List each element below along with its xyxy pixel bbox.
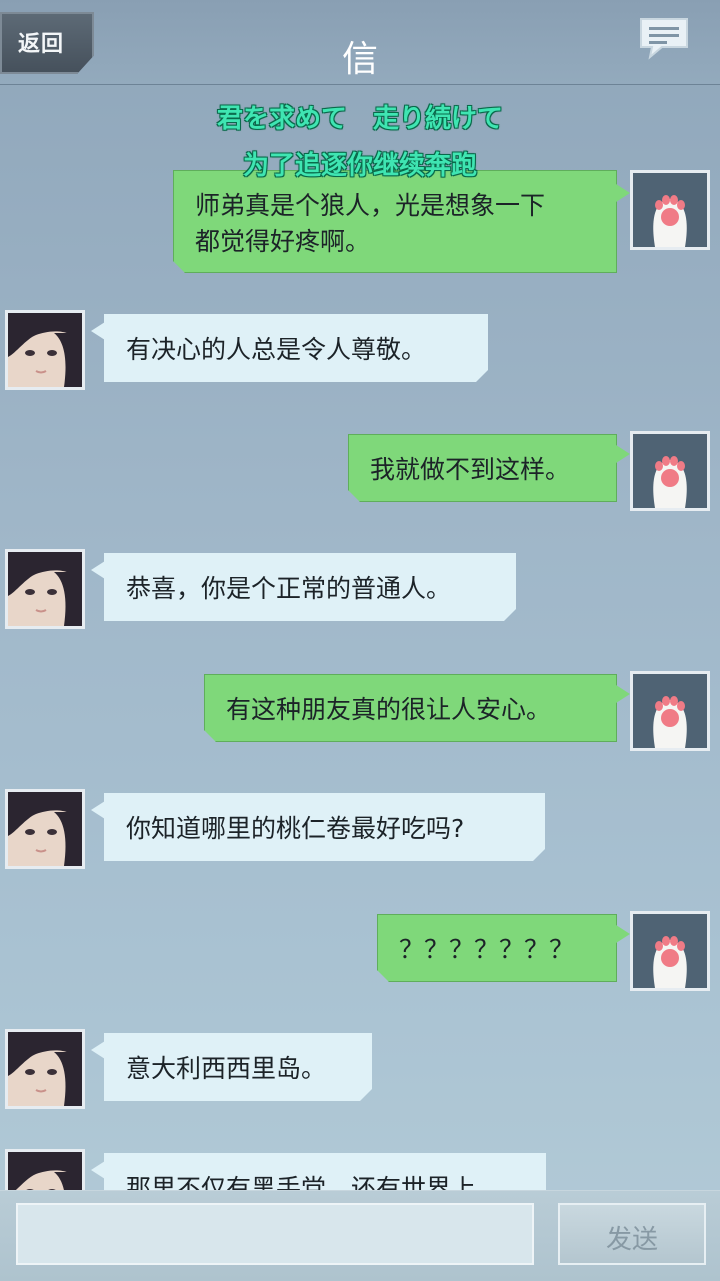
message-text: 我就做不到这样。 [370,455,571,484]
bubble-tail [616,925,630,943]
contact-avatar[interactable] [5,789,85,869]
page-title: 信 [341,39,378,80]
message-icon[interactable] [638,16,690,60]
contact-message-bubble: 意大利西西里岛。 [104,1033,372,1101]
my-avatar-paw-icon[interactable] [630,431,710,511]
contact-avatar[interactable] [5,549,85,629]
contact-message-bubble: 你知道哪里的桃仁卷最好吃吗? [104,793,545,861]
message-text: 恭喜，你是个正常的普通人。 [126,574,452,603]
message-text: 意大利西西里岛。 [126,1054,327,1083]
bubble-tail [91,801,105,819]
bubble-tail [616,184,630,202]
my-avatar-paw-icon[interactable] [630,170,710,250]
top-bar: 返回 信 [0,0,720,85]
my-message-bubble: 我就做不到这样。 [348,434,617,502]
composer-bar: 发送 [0,1190,720,1281]
message-text: 有决心的人总是令人尊敬。 [126,335,427,364]
my-message-bubble: 有这种朋友真的很让人安心。 [204,674,617,742]
bubble-tail [616,685,630,703]
message-text-line: 师弟真是个狼人，光是想象一下 [195,191,546,220]
contact-avatar[interactable] [5,1149,85,1190]
message-text: 你知道哪里的桃仁卷最好吃吗? [126,814,465,843]
bubble-tail [616,445,630,463]
my-message-bubble: 师弟真是个狼人，光是想象一下 都觉得好疼啊。 [173,170,617,273]
bubble-tail [91,1161,105,1179]
bubble-tail [91,561,105,579]
contact-avatar[interactable] [5,310,85,390]
message-text: ？？？？？？？ [399,935,575,964]
my-message-bubble: ？？？？？？？ [377,914,617,982]
bubble-tail [91,322,105,340]
contact-avatar[interactable] [5,1029,85,1109]
contact-message-bubble: 有决心的人总是令人尊敬。 [104,314,488,382]
message-text-line: 都觉得好疼啊。 [195,227,371,256]
my-avatar-paw-icon[interactable] [630,671,710,751]
message-input[interactable] [16,1203,534,1265]
contact-message-bubble: 恭喜，你是个正常的普通人。 [104,553,516,621]
my-avatar-paw-icon[interactable] [630,911,710,991]
send-button[interactable]: 发送 [558,1203,706,1265]
bubble-tail [91,1041,105,1059]
lyric-line-japanese: 君を求めて 走り続けて [216,104,503,134]
message-text: 那里不仅有黑手党，还有世界上 [126,1174,477,1190]
contact-message-bubble: 那里不仅有黑手党，还有世界上 [104,1153,546,1190]
message-text: 有这种朋友真的很让人安心。 [226,695,552,724]
chat-thread[interactable]: 师弟真是个狼人，光是想象一下 都觉得好疼啊。 有决心的人总是令人尊敬。 我就做不… [0,86,720,1190]
lyric-line-chinese: 为了追逐你继续奔跑 [242,151,477,181]
send-button-label: 发送 [605,1225,658,1255]
